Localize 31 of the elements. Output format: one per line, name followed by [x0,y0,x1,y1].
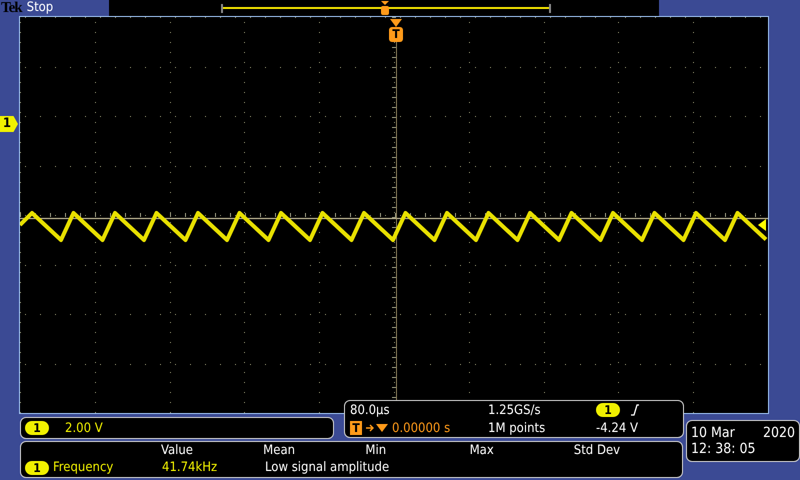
trigger-symbol: T [350,421,362,435]
date: 10 Mar [691,425,735,441]
status-message: Low signal amplitude [265,460,390,475]
trigger-level-icon [758,219,768,231]
rising-edge-icon [630,404,640,416]
timebase-readout[interactable]: 80.0µs 1.25GS/s 1 T 0.00000 s 1M points -4.24 V [344,400,684,438]
channel-readout[interactable]: 1 2.00 V [20,417,334,439]
column-header: Std Dev [574,443,622,458]
column-header: Min [365,443,388,458]
column-header: Max [470,443,495,458]
trigger-marker-arrow-icon [390,19,402,27]
trigger-level: -4.24 V [596,420,639,436]
source-badge: 1 [25,460,49,474]
brand-logo: Tek [1,0,22,16]
year: 2020 [762,425,795,441]
channel-badge: 1 [25,421,49,435]
sample-rate: 1.25GS/s [488,402,542,418]
arrow-icon [366,423,388,433]
horizontal-scale: 80.0µs [350,402,391,418]
trigger-source-badge: 1 [596,403,620,417]
trigger-position-icon [380,1,390,15]
time: 12: 38: 05 [691,441,757,457]
column-header: Value [160,443,194,458]
trigger-delay: 0.00000 s [392,420,450,436]
vertical-scale: 2.00 V [65,420,103,436]
record-length: 1M points [488,420,546,436]
channel-marker[interactable]: 1 [0,116,18,132]
measurement-name: Frequency [53,460,114,475]
measurement-value: 41.74kHz [162,460,218,475]
acquisition-state: Stop [26,0,54,16]
column-header: Mean [263,443,296,458]
